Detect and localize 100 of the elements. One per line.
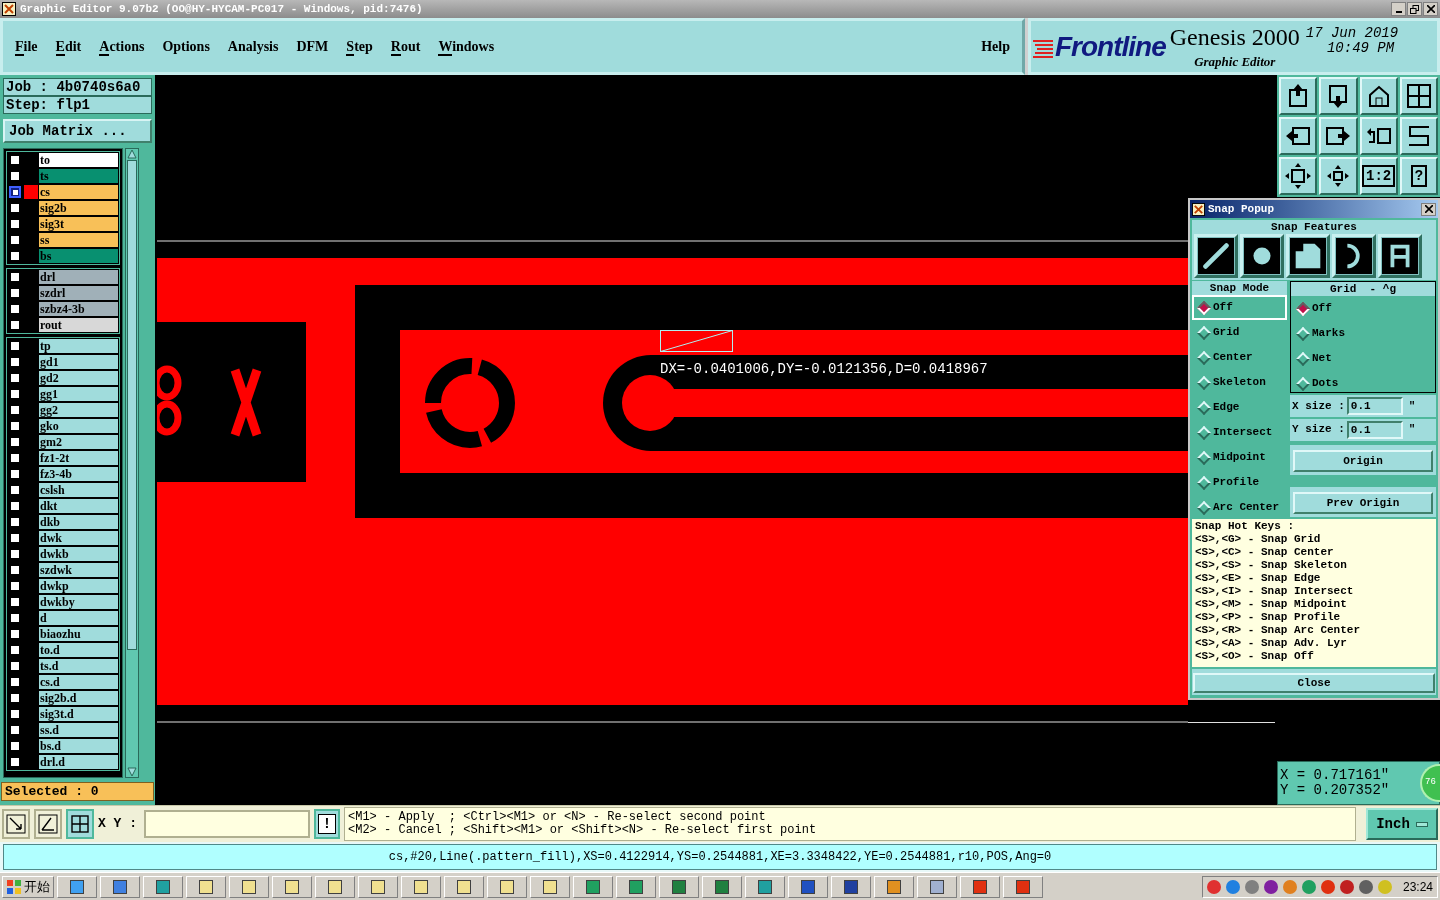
layer-checkbox[interactable]	[9, 404, 21, 416]
layer-name[interactable]: d	[39, 611, 118, 625]
layer-checkbox[interactable]	[9, 692, 21, 704]
layer-name[interactable]: bs.d	[39, 739, 118, 753]
layer-name[interactable]: sig2b	[39, 201, 118, 215]
close-button[interactable]	[1423, 2, 1438, 16]
layer-name[interactable]: bs	[39, 249, 118, 263]
layer-name[interactable]: fz1-2t	[39, 451, 118, 465]
zoom-fit-icon[interactable]	[1279, 157, 1318, 195]
radio-option[interactable]: Marks	[1291, 321, 1435, 346]
line-snap-icon[interactable]	[1194, 234, 1238, 278]
app-icon[interactable]	[1003, 875, 1043, 898]
layer-checkbox[interactable]	[9, 676, 21, 688]
layer-checkbox[interactable]	[9, 356, 21, 368]
layer-name[interactable]: szdrl	[39, 286, 118, 300]
layer-name[interactable]: ss.d	[39, 723, 118, 737]
layer-checkbox[interactable]	[9, 612, 21, 624]
layer-checkbox[interactable]	[9, 740, 21, 752]
layer-checkbox[interactable]	[9, 303, 21, 315]
layer-name[interactable]: to.d	[39, 643, 118, 657]
grid-tool-icon[interactable]	[66, 809, 94, 839]
layer-checkbox[interactable]	[9, 516, 21, 528]
menu-item[interactable]: Rout	[390, 36, 421, 57]
tray-icon[interactable]	[1244, 879, 1259, 894]
download-icon[interactable]	[1319, 77, 1358, 115]
layer-name[interactable]: cslsh	[39, 483, 118, 497]
undo-icon[interactable]	[1359, 117, 1398, 155]
layer-checkbox[interactable]	[9, 628, 21, 640]
layer-checkbox[interactable]	[9, 218, 21, 230]
layer-name[interactable]: drl	[39, 270, 118, 284]
layer-name[interactable]: gko	[39, 419, 118, 433]
layer-checkbox[interactable]	[9, 234, 21, 246]
layer-checkbox[interactable]	[9, 644, 21, 656]
radio-option[interactable]: Grid	[1192, 320, 1287, 345]
toolbar-button[interactable]: 1:2	[1359, 157, 1398, 195]
layer-checkbox[interactable]	[9, 372, 21, 384]
layer-name[interactable]: sig3t.d	[39, 707, 118, 721]
layer-checkbox[interactable]	[9, 468, 21, 480]
menu-item[interactable]: Step	[346, 36, 373, 57]
layer-name[interactable]: dwkby	[39, 595, 118, 609]
layer-name[interactable]: sig2b.d	[39, 691, 118, 705]
toolbar-button[interactable]: ?	[1399, 157, 1438, 195]
layer-name[interactable]: drl.d	[39, 755, 118, 769]
menu-item[interactable]: Analysis	[227, 36, 279, 57]
text-snap-icon[interactable]	[1378, 234, 1422, 278]
layer-name[interactable]: ts.d	[39, 659, 118, 673]
tray-icon[interactable]	[1206, 879, 1221, 894]
menu-item[interactable]: Help	[981, 36, 1010, 57]
radio-option[interactable]: Midpoint	[1192, 445, 1287, 470]
execute-button[interactable]: !	[318, 814, 336, 834]
layer-checkbox[interactable]	[9, 388, 21, 400]
layer-checkbox[interactable]	[9, 756, 21, 768]
layer-checkbox[interactable]	[9, 202, 21, 214]
grid-icon[interactable]	[1399, 77, 1438, 115]
layer-checkbox[interactable]	[9, 170, 21, 182]
radio-option[interactable]: Center	[1192, 345, 1287, 370]
layer-name[interactable]: biaozhu	[39, 627, 118, 641]
menu-item[interactable]: Actions	[99, 36, 145, 57]
layer-name[interactable]: gd2	[39, 371, 118, 385]
app-icon[interactable]	[960, 875, 1000, 898]
layer-name[interactable]: szbz4-3b	[39, 302, 118, 316]
layer-name[interactable]: dwkb	[39, 547, 118, 561]
minimize-button[interactable]	[1391, 2, 1406, 16]
radio-option[interactable]: Off	[1291, 296, 1435, 321]
radio-option[interactable]: Net	[1291, 346, 1435, 371]
layer-name[interactable]: tp	[39, 339, 118, 353]
app-icon[interactable]	[573, 875, 613, 898]
xy-input-field[interactable]	[144, 810, 310, 838]
layer-checkbox[interactable]	[9, 532, 21, 544]
layer-name[interactable]: sig3t	[39, 217, 118, 231]
menu-item[interactable]: File	[15, 36, 38, 57]
layer-checkbox[interactable]	[9, 484, 21, 496]
layer-name[interactable]: gg2	[39, 403, 118, 417]
origin-button[interactable]: Origin	[1293, 449, 1433, 472]
units-dropdown[interactable]: Inch	[1366, 808, 1438, 840]
arrow-tool-icon[interactable]	[2, 809, 30, 839]
radio-option[interactable]: Profile	[1192, 470, 1287, 495]
radio-option[interactable]: Skeleton	[1192, 370, 1287, 395]
zigzag-icon[interactable]	[1399, 117, 1438, 155]
tray-icon[interactable]	[1339, 879, 1354, 894]
menu-item[interactable]: Windows	[438, 36, 495, 57]
menu-item[interactable]: Options	[162, 36, 210, 57]
tray-icon[interactable]	[1225, 879, 1240, 894]
radio-option[interactable]: Intersect	[1192, 420, 1287, 445]
layer-name[interactable]: ss	[39, 233, 118, 247]
layer-checkbox[interactable]	[9, 340, 21, 352]
size-input-field[interactable]: 0.1	[1346, 396, 1403, 415]
scrollbar[interactable]	[125, 148, 139, 778]
layer-checkbox[interactable]	[9, 271, 21, 283]
layer-checkbox[interactable]	[9, 186, 21, 198]
app-icon[interactable]	[616, 875, 656, 898]
size-input-field[interactable]: 0.1	[1346, 420, 1403, 439]
app-icon[interactable]	[57, 875, 97, 898]
pad-snap-icon[interactable]	[1240, 234, 1284, 278]
layer-name[interactable]: gd1	[39, 355, 118, 369]
layer-checkbox[interactable]	[9, 724, 21, 736]
start-button[interactable]: 开始	[2, 875, 54, 898]
scroll-down-icon[interactable]	[127, 767, 137, 777]
menu-item[interactable]: Edit	[55, 36, 82, 57]
zoom-icon[interactable]	[1319, 157, 1358, 195]
